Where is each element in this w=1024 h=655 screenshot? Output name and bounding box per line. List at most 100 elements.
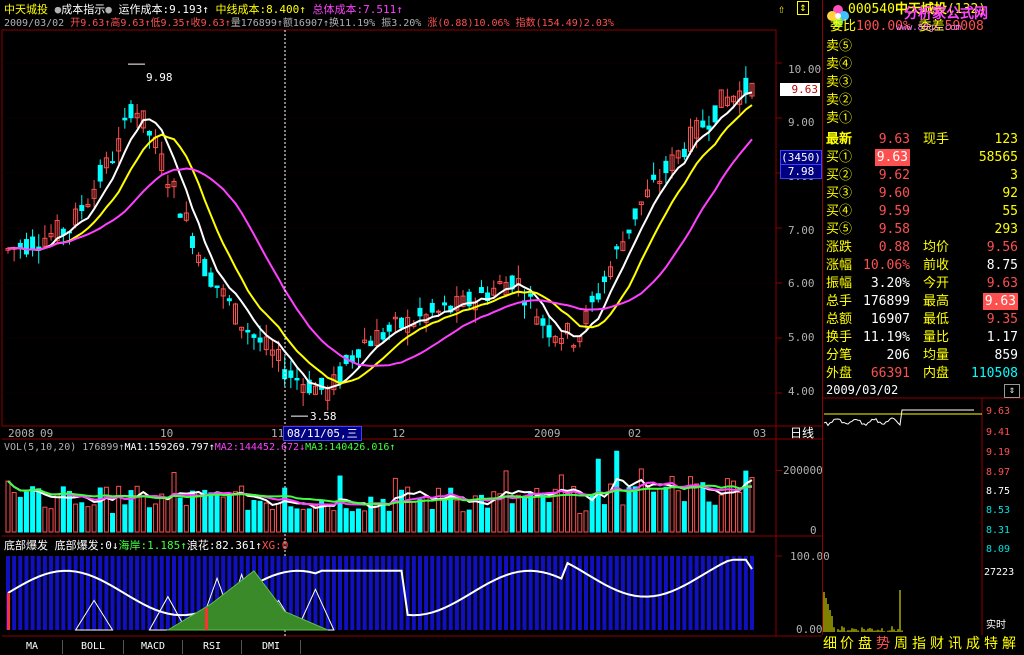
scroll-up-icon[interactable]: ⇧ [778,2,785,16]
sell-5-row: 卖⑤ [824,38,1022,55]
indicator-bar [700,556,705,630]
indicator-bar [104,556,109,630]
stat-label: 振幅 [826,276,853,291]
cur-hand-value: 123 [994,132,1018,147]
indicator-bar [55,556,60,630]
panel-tab[interactable]: 解 [1002,637,1016,651]
candle-body [30,236,36,251]
sell-4-row: 卖④ [824,56,1022,73]
vol-ma2-line [7,480,753,506]
expand-icon[interactable]: ⇕ [1004,384,1020,398]
buy-label: 买① [826,150,853,165]
outer-value: 66391 [870,366,910,381]
panel-tab[interactable]: 指 [912,637,926,651]
panel-tab[interactable]: 周 [894,637,908,651]
indicator-bar [362,556,367,630]
volume-bar [435,487,441,533]
panel-tab[interactable]: 财 [930,637,944,651]
indicator-bar [319,556,324,630]
indicator-bar [172,556,177,630]
mini-tick: 9.19 [986,447,1011,458]
buy-3-row: 买③ 9.60 92 [824,185,1022,202]
realtime-label[interactable]: 实时 [986,619,1006,632]
low-label: 低 [150,18,161,29]
sort-icon[interactable]: ↕ [797,1,809,15]
buy-price: 9.59 [878,204,910,219]
indicator-bar [430,556,435,630]
volume-bar [460,511,466,533]
indicator-bar [381,556,386,630]
volume-bar [337,475,343,533]
indicator-bar [559,556,564,630]
volume-bar [36,488,42,533]
candle-body [245,329,251,333]
indicator-bar [547,556,552,630]
tab-dmi[interactable]: DMI [242,640,301,654]
low-value: 9.35 [160,18,185,29]
volume-bar [288,506,294,533]
panel-tab[interactable]: 特 [984,637,998,651]
indicator-bar [719,556,724,630]
price-tick: 5.00 [788,331,815,344]
indicator-bar [706,556,711,630]
panel-tab[interactable]: 成 [966,637,980,651]
volume-bar [177,497,183,533]
buy-1-row: 买① 9.63 58565 [824,149,1022,166]
candle-body [386,324,392,332]
panel-tab[interactable]: 讯 [948,637,962,651]
candle-body [368,340,374,347]
indicator-bar [24,556,29,630]
volume-bar [159,493,165,533]
site-logo-text: 分析家公式网 [904,6,988,22]
candle-body [146,130,152,136]
indicator-bar [485,556,490,630]
haian-value: 海岸:1.185 [118,539,181,552]
candle-body [226,298,232,302]
tab-rsi[interactable]: RSI [183,640,242,654]
amp-label: 振 [381,18,392,29]
indicator-bar [411,556,416,630]
panel-tab[interactable]: 细 [823,637,837,651]
volume-bar [362,510,368,533]
candle-body [651,174,657,180]
volume-bar [269,508,275,533]
panel-tab[interactable]: 价 [840,637,854,651]
volume-bar [571,485,577,533]
period-label[interactable]: 日线 [790,427,814,440]
panel-tab[interactable]: 盘 [858,637,872,651]
indicator-bar [67,556,72,630]
candle-body [122,117,128,121]
date-tick: 2009 [534,427,561,440]
volume-bar [91,504,97,533]
panel-tab[interactable]: 势 [876,637,890,651]
tab-ma[interactable]: MA [2,640,63,654]
volume-bar [196,492,202,533]
candle-body [435,310,441,313]
buy-price: 9.60 [878,186,910,201]
tab-boll[interactable]: BOLL [63,640,124,654]
indicator-bar [516,556,521,630]
sell-1-row: 卖① [824,110,1022,127]
price-tick: 7.00 [788,224,815,237]
candle-body [128,104,134,119]
stat-label: 今开 [923,276,950,291]
candle-body [700,120,706,128]
tab-macd[interactable]: MACD [124,640,183,654]
date-tick: 2008 [8,427,35,440]
volume-bar [312,505,318,533]
indicator-bar [583,556,588,630]
indicator-bar [73,556,78,630]
indicator-sub: 底部爆发:0 [54,539,112,552]
candle-body [208,272,214,287]
volume-bar [122,504,128,533]
indicator-bar [12,556,17,630]
candle-body [546,325,552,338]
ma20-line [7,138,753,367]
sell-2-row: 卖② [824,92,1022,109]
date-tick: 02 [628,427,642,440]
volume-bar [355,508,361,533]
mini-tick: 8.31 [986,525,1011,536]
high-annotation: 9.98 [146,71,173,84]
indicator-bar [682,556,687,630]
volume-bar [546,502,552,533]
